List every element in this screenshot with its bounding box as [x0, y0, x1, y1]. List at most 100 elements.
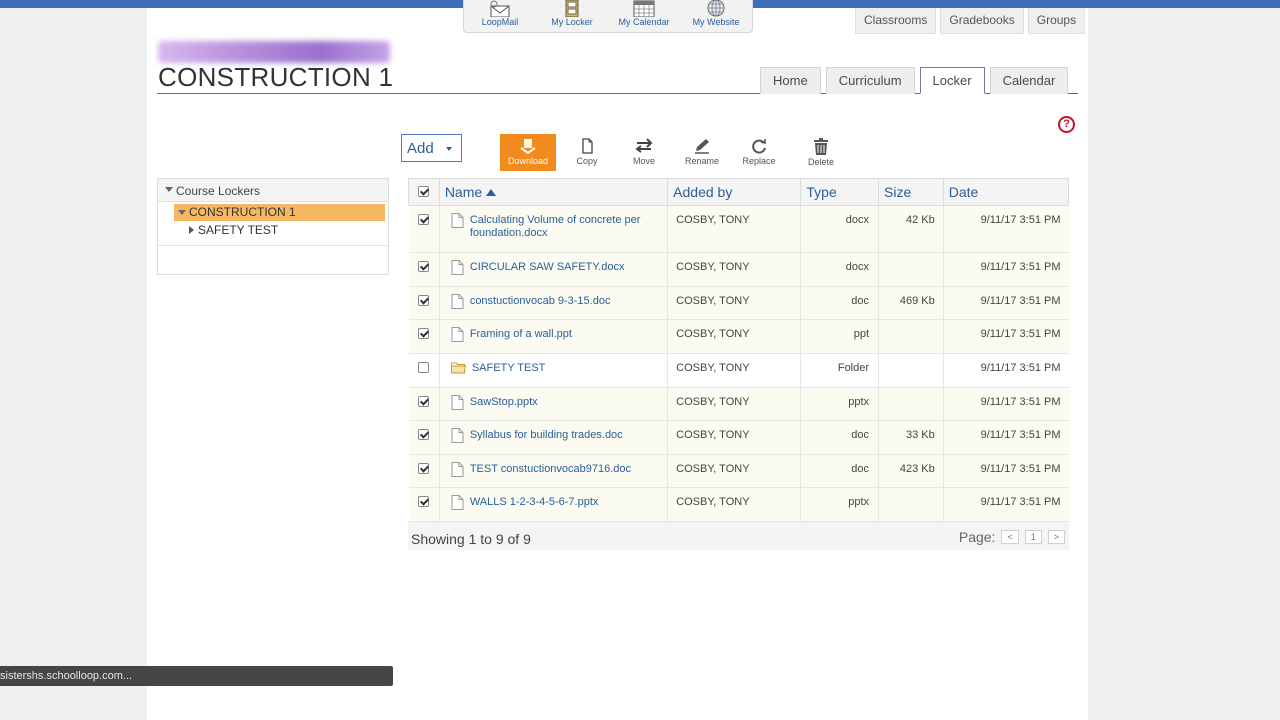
link-groups[interactable]: Groups [1027, 8, 1086, 34]
link-gradebooks[interactable]: Gradebooks [940, 8, 1024, 34]
size-cell [878, 353, 944, 388]
file-name-cell: SAFETY TEST [439, 353, 669, 388]
tab-home[interactable]: Home [760, 67, 821, 94]
replace-button[interactable]: Replace [731, 134, 787, 171]
chevron-right-icon[interactable] [189, 226, 194, 234]
tab-curriculum[interactable]: Curriculum [825, 67, 915, 94]
table-row[interactable]: TEST constuctionvocab9716.doc COSBY, TONY… [408, 454, 1069, 488]
current-page[interactable]: 1 [1024, 530, 1042, 544]
size-cell [878, 487, 944, 522]
file-icon [451, 213, 464, 228]
rename-label: Rename [684, 156, 720, 166]
column-header-type[interactable]: Type [800, 178, 880, 206]
page-title: CONSTRUCTION 1 [158, 62, 394, 92]
file-link[interactable]: SAFETY TEST [472, 362, 546, 375]
table-row[interactable]: SAFETY TEST COSBY, TONY Folder 9/11/17 3:51… [408, 353, 1069, 388]
select-all-header[interactable] [408, 178, 440, 206]
column-header-added-by[interactable]: Added by [667, 178, 802, 206]
row-checkbox[interactable] [418, 429, 430, 440]
date-cell: 9/11/17 3:51 PM [943, 205, 1069, 253]
file-link[interactable]: SawStop.pptx [470, 396, 538, 410]
file-link[interactable]: constuctionvocab 9-3-15.doc [470, 295, 611, 309]
move-button[interactable]: Move [616, 134, 672, 171]
download-label: Download [507, 156, 549, 166]
column-header-name[interactable]: Name [438, 178, 669, 206]
file-icon [451, 395, 464, 410]
chevron-down-icon[interactable] [165, 187, 173, 192]
table-row[interactable]: Syllabus for building trades.doc COSBY, T… [408, 420, 1069, 455]
table-row[interactable]: constuctionvocab 9-3-15.doc COSBY, TONY do… [408, 286, 1069, 320]
download-button[interactable]: Download [500, 134, 556, 171]
table-row[interactable]: CIRCULAR SAW SAFETY.docx COSBY, TONY docx 9… [408, 252, 1069, 287]
file-table: Name Added by Type Size Date Calculating… [408, 178, 1070, 522]
type-cell: doc [800, 420, 880, 455]
row-checkbox[interactable] [418, 295, 430, 306]
added-by-cell: COSBY, TONY [667, 205, 802, 253]
tree-item-label: CONSTRUCTION 1 [189, 205, 296, 219]
tree-item-safety-test[interactable]: SAFETY TEST [189, 223, 279, 237]
prev-page-button[interactable]: < [1001, 530, 1019, 544]
added-by-cell: COSBY, TONY [667, 454, 802, 488]
file-link[interactable]: Calculating Volume of concrete per found… [470, 214, 667, 240]
row-checkbox[interactable] [418, 214, 430, 225]
app-my-website[interactable]: My Website [680, 0, 752, 32]
table-row[interactable]: Calculating Volume of concrete per found… [408, 205, 1069, 253]
select-all-checkbox[interactable] [418, 186, 430, 197]
delete-button[interactable]: Delete [793, 134, 849, 171]
next-page-button[interactable]: > [1047, 530, 1065, 544]
refresh-icon [752, 139, 766, 154]
rename-button[interactable]: Rename [674, 134, 730, 171]
row-checkbox[interactable] [418, 496, 430, 507]
table-row[interactable]: Framing of a wall.ppt COSBY, TONY ppt 9/11/… [408, 319, 1069, 354]
table-row[interactable]: WALLS 1-2-3-4-5-6-7.pptx COSBY, TONY pptx 9… [408, 487, 1069, 522]
tree-item-construction-1[interactable]: CONSTRUCTION 1 [174, 204, 385, 221]
type-cell: Folder [800, 353, 880, 388]
file-name-cell: Framing of a wall.ppt [439, 319, 669, 354]
download-icon [520, 139, 536, 154]
size-cell [878, 387, 944, 421]
date-cell: 9/11/17 3:51 PM [943, 420, 1069, 455]
add-button[interactable]: Add [401, 134, 462, 162]
file-icon [451, 428, 464, 443]
file-name-cell: SawStop.pptx [439, 387, 669, 421]
row-checkbox[interactable] [418, 463, 430, 474]
app-my-locker[interactable]: My Locker [536, 0, 608, 32]
added-by-cell: COSBY, TONY [667, 252, 802, 287]
added-by-cell: COSBY, TONY [667, 487, 802, 522]
calendar-icon [633, 0, 655, 17]
file-link[interactable]: TEST constuctionvocab9716.doc [470, 463, 631, 477]
row-checkbox[interactable] [418, 362, 430, 373]
tab-locker[interactable]: Locker [919, 67, 985, 94]
file-link[interactable]: Framing of a wall.ppt [470, 328, 572, 342]
row-checkbox[interactable] [418, 261, 430, 272]
row-checkbox-cell [408, 205, 440, 253]
top-links: Classrooms Gradebooks Groups [855, 8, 1086, 34]
table-header-row: Name Added by Type Size Date [408, 178, 1070, 206]
link-classrooms[interactable]: Classrooms [855, 8, 937, 34]
copy-button[interactable]: Copy [559, 134, 615, 171]
help-icon[interactable]: ? [1058, 116, 1075, 133]
app-label: My Locker [551, 17, 593, 27]
row-checkbox[interactable] [418, 328, 430, 339]
app-my-calendar[interactable]: My Calendar [608, 0, 680, 32]
locker-icon [565, 0, 579, 17]
tab-calendar[interactable]: Calendar [989, 67, 1069, 94]
file-link[interactable]: WALLS 1-2-3-4-5-6-7.pptx [470, 496, 599, 510]
chevron-down-icon[interactable] [178, 210, 186, 215]
app-launcher: LoopMail My Locker My Calendar My Websit… [463, 0, 753, 33]
column-header-size[interactable]: Size [878, 178, 944, 206]
app-loopmail[interactable]: LoopMail [464, 0, 536, 32]
page-label: Page: [958, 529, 996, 545]
tree-root[interactable]: Course Lockers [158, 179, 388, 202]
column-header-date[interactable]: Date [942, 178, 1070, 206]
file-icon [451, 495, 464, 510]
tree-item-label: SAFETY TEST [198, 223, 279, 237]
file-link[interactable]: Syllabus for building trades.doc [470, 429, 623, 443]
table-row[interactable]: SawStop.pptx COSBY, TONY pptx 9/11/17 3:51 … [408, 387, 1069, 421]
row-checkbox[interactable] [418, 396, 430, 407]
row-checkbox-cell [408, 387, 440, 421]
file-link[interactable]: CIRCULAR SAW SAFETY.docx [470, 261, 625, 275]
pager: Page: < 1 > [959, 529, 1065, 545]
date-cell: 9/11/17 3:51 PM [943, 387, 1069, 421]
locker-tree: Course Lockers CONSTRUCTION 1 SAFETY TES… [157, 178, 389, 275]
